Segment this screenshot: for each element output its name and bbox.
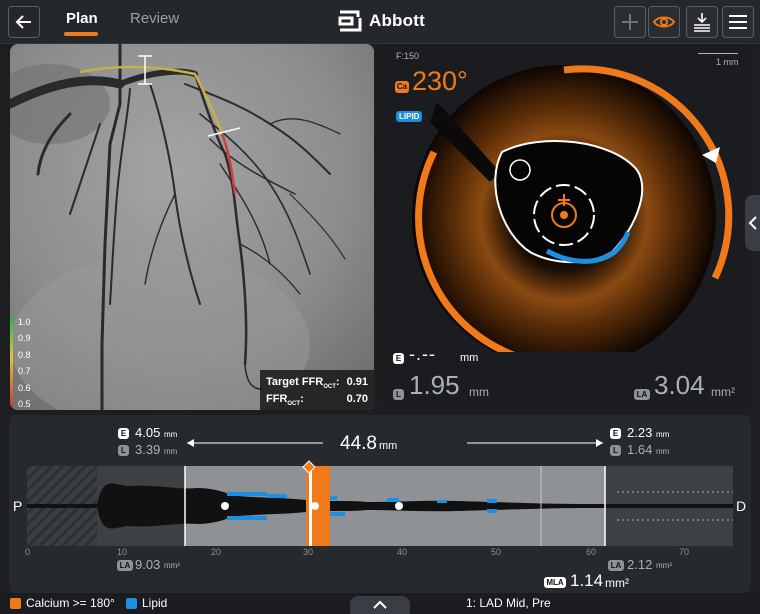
right-e-value: 2.23 [627,425,653,440]
axis-tick: 50 [491,547,502,557]
tab-plan[interactable]: Plan [66,10,98,27]
add-button[interactable] [614,6,646,38]
right-area-value: 2.12 [627,557,653,572]
lipid-legend-label: Lipid [142,596,168,610]
vessel-location: 1: LAD Mid, Pre [466,596,551,610]
mla-value: 1.14 [570,571,604,590]
right-l-unit: mm [656,447,670,456]
proximal-label: P [13,498,23,514]
left-l-value: 3.39 [135,442,161,457]
mla-badge: MLA [544,577,566,588]
length-value: 44.8 [340,433,377,454]
menu-button[interactable] [722,6,754,38]
right-area-unit: mm² [656,561,672,570]
axis-tick: 40 [397,547,408,557]
frame-marker[interactable] [302,460,316,474]
left-e-badge: E [118,428,129,439]
ffr-subscript: OCT [287,401,301,408]
target-ffr-subscript: OCT [323,384,336,391]
chevron-up-icon [373,600,387,609]
tab-review[interactable]: Review [130,10,179,27]
ffr-scale-label: 0.9 [18,333,31,343]
oct-image [412,65,733,352]
left-l-badge: L [118,445,129,456]
download-tray-icon [694,13,710,32]
ffr-scale-label: 1.0 [18,317,31,327]
angiogram-view[interactable]: 1.0 0.9 0.8 0.7 0.6 0.5 Target FFROCT: 0… [10,44,374,410]
ffr-scale-label: 0.5 [18,399,31,409]
l-badge: L [393,389,404,400]
ffr-scale-label: 0.6 [18,383,31,393]
lumen-area-unit: mm² [711,385,735,399]
distal-label: D [736,498,747,514]
bottom-bar: Calcium >= 180° Lipid 1: LAD Mid, Pre [0,593,760,614]
longitudinal-lumen-view[interactable] [27,466,733,548]
back-arrow-icon [15,15,31,29]
axis-tick: 20 [211,547,222,557]
right-e-badge: E [610,428,621,439]
lipid-legend-swatch [126,598,137,609]
active-tab-indicator [64,32,98,36]
length-unit: mm [379,440,398,452]
side-panel-handle[interactable] [745,195,760,251]
calcium-legend-swatch [10,598,21,609]
axis-tick: 0 [25,547,31,557]
calcium-legend-label: Calcium >= 180° [26,596,115,610]
left-area-badge: LA [117,560,133,571]
brand-logo: Abbott [338,10,425,32]
target-ffr-value: 0.91 [346,376,368,388]
eye-icon [653,16,675,28]
axis-tick: 10 [117,547,128,557]
eccentricity-value: -.-- [409,344,436,364]
top-bar: Plan Review Abbott [0,0,760,44]
ffr-scale-label: 0.7 [18,366,31,376]
menu-icon [729,15,747,29]
la-badge: LA [634,389,650,400]
brand-name: Abbott [369,11,425,30]
ffr-value: 0.70 [346,393,368,405]
export-button[interactable] [686,6,718,38]
angiogram-image [10,44,374,410]
left-e-value: 4.05 [135,425,161,440]
lumen-area-value: 3.04 [654,370,705,400]
e-badge: E [393,353,404,364]
axis-tick: 70 [679,547,690,557]
right-e-unit: mm [656,430,670,439]
lumen-diameter-value: 1.95 [409,370,460,400]
expand-panel-handle[interactable] [350,596,410,614]
left-e-unit: mm [164,430,178,439]
left-area-unit: mm² [164,561,180,570]
axis-tick: 30 [303,547,314,557]
abbott-logo-icon [338,10,362,32]
mla-unit: mm² [605,576,629,590]
right-l-badge: L [610,445,621,456]
plus-icon [622,14,638,30]
view-toggle-button[interactable] [648,6,680,38]
lumen-diameter-unit: mm [469,385,489,399]
ffr-label: FFR [266,393,288,405]
left-l-unit: mm [164,447,178,456]
left-area-value: 9.03 [135,557,161,572]
right-area-badge: LA [608,560,624,571]
eccentricity-unit: mm [460,352,479,364]
right-l-value: 1.64 [627,442,653,457]
chevron-left-icon [748,216,757,230]
target-ffr-label: Target FFR [266,376,324,388]
ffr-scale-label: 0.8 [18,350,31,360]
back-button[interactable] [8,6,40,38]
ffr-readout: Target FFROCT: 0.91 FFROCT: 0.70 [260,370,374,410]
axis-tick: 60 [586,547,597,557]
